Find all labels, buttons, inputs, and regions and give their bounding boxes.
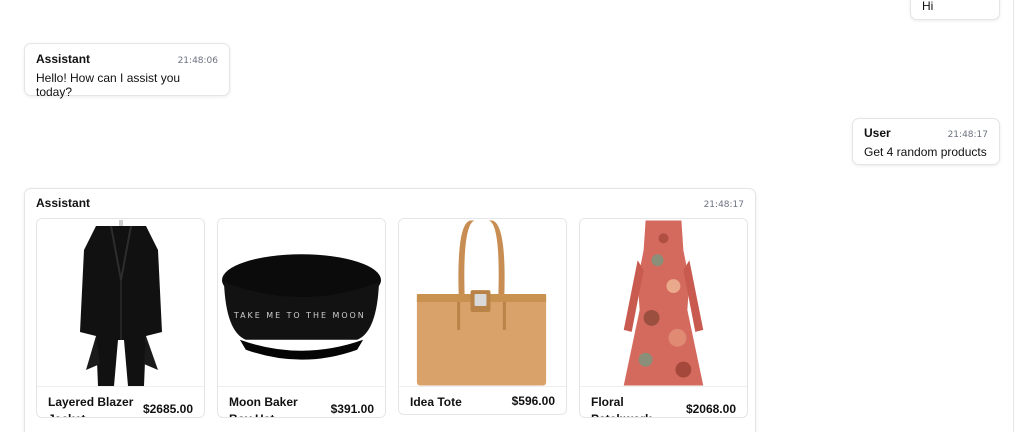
- product-card[interactable]: Idea Tote $596.00: [398, 218, 567, 415]
- message-timestamp: 21:48:17: [947, 130, 988, 140]
- hat-embroidery-text: TAKE ME TO THE MOON: [233, 310, 366, 319]
- message-sender: Assistant: [36, 52, 91, 66]
- product-price: $2068.00: [685, 402, 736, 416]
- product-name[interactable]: Idea Tote: [410, 394, 462, 411]
- product-card[interactable]: TAKE ME TO THE MOON Moon Baker Boy Hat $…: [217, 218, 386, 418]
- user-message-hi: Hi: [910, 0, 1000, 20]
- message-text: Get 4 random products: [864, 145, 987, 159]
- product-price: $596.00: [511, 394, 555, 408]
- assistant-message-greeting: Assistant 21:48:06 Hello! How can I assi…: [24, 43, 230, 99]
- message-sender: User: [864, 126, 891, 140]
- message-timestamp: 21:48:06: [177, 56, 218, 66]
- product-list: Layered Blazer Jacket $2685.00 TAKE ME T…: [36, 218, 748, 418]
- message-text: Hi: [922, 0, 934, 13]
- product-name[interactable]: Moon Baker Boy Hat: [229, 394, 321, 417]
- user-message-request: User 21:48:17 Get 4 random products: [852, 118, 1000, 165]
- product-name[interactable]: Layered Blazer Jacket: [48, 394, 140, 417]
- product-price: $2685.00: [142, 402, 193, 416]
- product-name[interactable]: Floral Patchwork...: [591, 394, 683, 417]
- chat-panel-border: [1013, 0, 1014, 432]
- product-price: $391.00: [330, 402, 374, 416]
- message-timestamp: 21:48:17: [703, 200, 744, 210]
- tote-image[interactable]: [399, 219, 566, 387]
- dress-image[interactable]: [580, 219, 747, 387]
- assistant-message-products: Assistant 21:48:17 Layered Blazer $2685.…: [24, 188, 756, 432]
- product-card[interactable]: Floral Patchwork... $2068.00: [579, 218, 748, 418]
- message-sender: Assistant: [36, 196, 91, 210]
- hat-image[interactable]: TAKE ME TO THE MOON: [218, 219, 385, 387]
- message-text: Hello! How can I assist you today?: [36, 71, 181, 99]
- product-card[interactable]: Layered Blazer Jacket $2685.00: [36, 218, 205, 418]
- blazer-image[interactable]: [37, 219, 204, 387]
